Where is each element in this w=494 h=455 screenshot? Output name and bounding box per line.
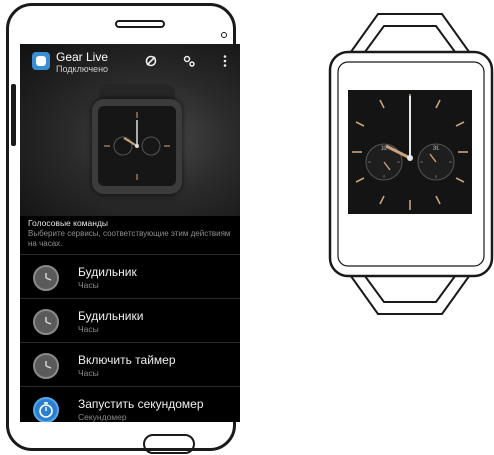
stopwatch-icon	[33, 397, 59, 422]
command-stopwatch[interactable]: Запустить секундомер Секундомер	[20, 386, 240, 422]
gear-live-app-icon	[32, 52, 50, 70]
app-title: Gear Live	[56, 50, 109, 64]
command-timer[interactable]: Включить таймер Часы	[20, 342, 240, 386]
hero-watch-face	[98, 106, 176, 186]
phone-camera	[221, 32, 227, 38]
voice-commands-description: Выберите сервисы, соответствующие этим д…	[28, 229, 231, 248]
clock-icon	[33, 309, 59, 335]
voice-commands-section: Голосовые команды Выберите сервисы, соот…	[20, 216, 240, 254]
more-menu-icon[interactable]	[218, 54, 232, 72]
connection-status: Подключено	[56, 64, 109, 74]
phone-side-button	[11, 84, 16, 146]
clock-icon	[33, 353, 59, 379]
voice-commands-title: Голосовые команды	[28, 218, 109, 228]
subdial-right-label: 31	[432, 146, 440, 152]
command-app: Часы	[78, 280, 99, 290]
command-app: Секундомер	[78, 412, 127, 422]
home-button[interactable]	[143, 434, 195, 454]
settings-gears-icon[interactable]	[182, 54, 196, 72]
phone-earpiece	[115, 20, 165, 28]
command-label: Включить таймер	[78, 353, 176, 367]
smartwatch: 12 31	[326, 10, 494, 320]
command-app: Часы	[78, 368, 99, 378]
clock-icon	[33, 265, 59, 291]
command-alarms[interactable]: Будильники Часы	[20, 298, 240, 342]
phone-screen: Gear Live Подключено Голосовые команды В…	[20, 44, 240, 422]
command-label: Запустить секундомер	[78, 397, 204, 411]
sync-icon[interactable]	[144, 54, 158, 72]
command-label: Будильник	[78, 265, 137, 279]
command-label: Будильники	[78, 309, 144, 323]
watch-hero-banner: Gear Live Подключено	[20, 44, 240, 216]
command-app: Часы	[78, 324, 99, 334]
subdial-left-label: 12	[380, 146, 388, 152]
command-alarm[interactable]: Будильник Часы	[20, 254, 240, 298]
app-bar: Gear Live Подключено	[20, 44, 240, 80]
